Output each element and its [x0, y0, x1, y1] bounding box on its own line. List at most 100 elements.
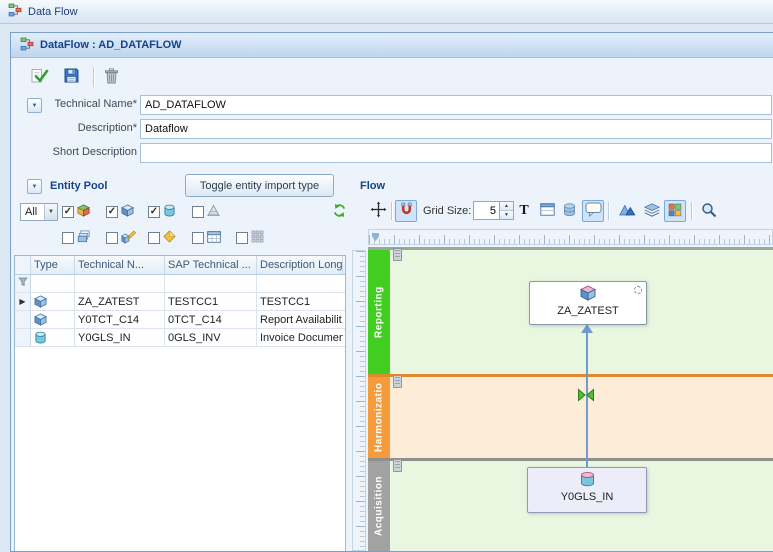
form-collapse-button[interactable]: ▼: [27, 98, 42, 113]
pointer-position-button[interactable]: [367, 200, 389, 222]
lane-acquisition-label: Acquisition: [368, 461, 390, 551]
panel-header: DataFlow : AD_DATAFLOW: [11, 33, 773, 58]
comments-button[interactable]: [582, 200, 604, 222]
cell-sap-technical-name[interactable]: 0TCT_C14: [165, 311, 257, 328]
database-view-button[interactable]: [558, 200, 580, 222]
status-dotted-circle-icon: [634, 286, 642, 294]
table-row[interactable]: ▶ ZA_ZATEST TESTCC1 TESTCC1: [15, 293, 345, 311]
column-header-sap-technical-name[interactable]: SAP Technical ...: [165, 256, 257, 274]
filter-cube-blue: ✓: [106, 204, 134, 220]
data-flow-window: Data Flow DataFlow : AD_DATAFLOW: [0, 0, 773, 552]
flow-title: Flow: [360, 180, 385, 192]
cube-blue-checkbox[interactable]: ✓: [106, 206, 118, 218]
chevron-down-icon: ▼: [32, 184, 38, 190]
filter-aggregation: [192, 204, 220, 220]
filter-cell-technical-name[interactable]: [75, 275, 165, 292]
cube-pencil-icon: [121, 230, 136, 247]
lane-harmonization: Harmonizatio: [368, 374, 773, 458]
aggregation-checkbox[interactable]: [192, 206, 204, 218]
filter-cube-multicolor: ✓: [62, 204, 90, 220]
description-input[interactable]: [140, 119, 772, 139]
filter-layered-sheets: [62, 230, 91, 246]
database-icon: [563, 203, 576, 220]
column-header-type[interactable]: Type: [31, 256, 75, 274]
cell-technical-name[interactable]: Y0TCT_C14: [75, 311, 165, 328]
snap-to-grid-button[interactable]: [395, 200, 417, 222]
table-checkbox[interactable]: [192, 232, 204, 244]
grid-size-label: Grid Size:: [423, 205, 471, 217]
window-titlebar: Data Flow: [0, 0, 773, 24]
table-row[interactable]: Y0GLS_IN 0GLS_INV Invoice Documents: [15, 329, 345, 347]
matrix-grid-icon: [251, 230, 264, 246]
datastore-checkbox[interactable]: ✓: [148, 206, 160, 218]
delete-button[interactable]: [99, 65, 123, 89]
dataflow-panel: DataFlow : AD_DATAFLOW: [10, 32, 773, 552]
grid-size-up-button[interactable]: ▲: [500, 202, 513, 210]
filter-cell-description-long[interactable]: [257, 275, 343, 292]
cell-technical-name[interactable]: ZA_ZATEST: [75, 293, 165, 310]
lane-harmonization-label: Harmonizatio: [368, 377, 390, 458]
refresh-button[interactable]: [327, 200, 351, 224]
matrix-checkbox[interactable]: [236, 232, 248, 244]
show-window-button[interactable]: [536, 200, 558, 222]
window-icon: [540, 203, 555, 219]
infocube-icon: [31, 293, 75, 310]
toggle-entity-import-button[interactable]: Toggle entity import type: [185, 174, 334, 197]
grid-size-stepper: ▲ ▼: [473, 201, 514, 220]
technical-name-label: Technical Name*: [45, 98, 137, 110]
diamond-icon: [163, 230, 176, 246]
table-row[interactable]: Y0TCT_C14 0TCT_C14 Report Availabilit...: [15, 311, 345, 329]
layout-peaks-button[interactable]: [616, 200, 638, 222]
node-y0gls-in[interactable]: Y0GLS_IN: [527, 467, 647, 513]
entity-pool-title: Entity Pool: [50, 180, 107, 192]
cell-technical-name[interactable]: Y0GLS_IN: [75, 329, 165, 346]
dataflow-icon: [20, 37, 34, 54]
lane-grip-icon[interactable]: [393, 459, 402, 472]
filter-cube-pencil: [106, 230, 136, 246]
color-grid-icon: [668, 203, 682, 220]
save-button[interactable]: [59, 65, 83, 89]
layered-sheets-checkbox[interactable]: [62, 232, 74, 244]
current-row-marker: ▶: [15, 293, 31, 310]
lane-grip-icon[interactable]: [393, 248, 402, 261]
layered-sheets-icon: [77, 230, 91, 246]
check-icon: [30, 67, 49, 87]
lane-grip-icon[interactable]: [393, 375, 402, 388]
infocube-icon: [580, 285, 596, 304]
node-za-zatest[interactable]: ZA_ZATEST: [529, 281, 647, 325]
short-description-input[interactable]: [140, 143, 772, 163]
column-header-technical-name[interactable]: Technical N...: [75, 256, 165, 274]
cell-description-long[interactable]: Invoice Documents: [257, 329, 343, 346]
cell-sap-technical-name[interactable]: 0GLS_INV: [165, 329, 257, 346]
flow-canvas[interactable]: Reporting Harmonizatio Acquisition: [368, 247, 773, 551]
filter-row-indicator[interactable]: [15, 275, 31, 292]
infocube-icon: [31, 311, 75, 328]
lane-reporting-label: Reporting: [368, 250, 390, 374]
grid-size-down-button[interactable]: ▼: [500, 210, 513, 219]
cell-description-long[interactable]: TESTCC1: [257, 293, 343, 310]
zoom-button[interactable]: [698, 200, 720, 222]
transformation-bowtie-icon[interactable]: [577, 388, 595, 405]
entity-pool-collapse-button[interactable]: ▼: [27, 179, 42, 194]
filter-cell-type[interactable]: [31, 275, 75, 292]
activate-button[interactable]: [27, 65, 51, 89]
magnifier-icon: [701, 202, 717, 221]
column-header-description-long[interactable]: Description Long: [257, 256, 343, 274]
speech-bubble-icon: [585, 202, 602, 220]
color-grid-button[interactable]: [664, 200, 686, 222]
cell-sap-technical-name[interactable]: TESTCC1: [165, 293, 257, 310]
layers-stack-button[interactable]: [641, 200, 663, 222]
text-tool-button[interactable]: T: [513, 200, 535, 222]
grid-size-input[interactable]: [473, 201, 500, 220]
cube-multicolor-icon: [77, 204, 90, 220]
data-flow-icon: [8, 3, 22, 20]
cell-description-long[interactable]: Report Availabilit...: [257, 311, 343, 328]
cube-multicolor-checkbox[interactable]: ✓: [62, 206, 74, 218]
datasource-icon: [580, 471, 595, 490]
technical-name-input[interactable]: [140, 95, 772, 115]
cube-pencil-checkbox[interactable]: [106, 232, 118, 244]
diamond-checkbox[interactable]: [148, 232, 160, 244]
window-title: Data Flow: [28, 6, 78, 18]
filter-cell-sap-technical-name[interactable]: [165, 275, 257, 292]
entity-type-filter[interactable]: All ▼: [20, 203, 58, 221]
